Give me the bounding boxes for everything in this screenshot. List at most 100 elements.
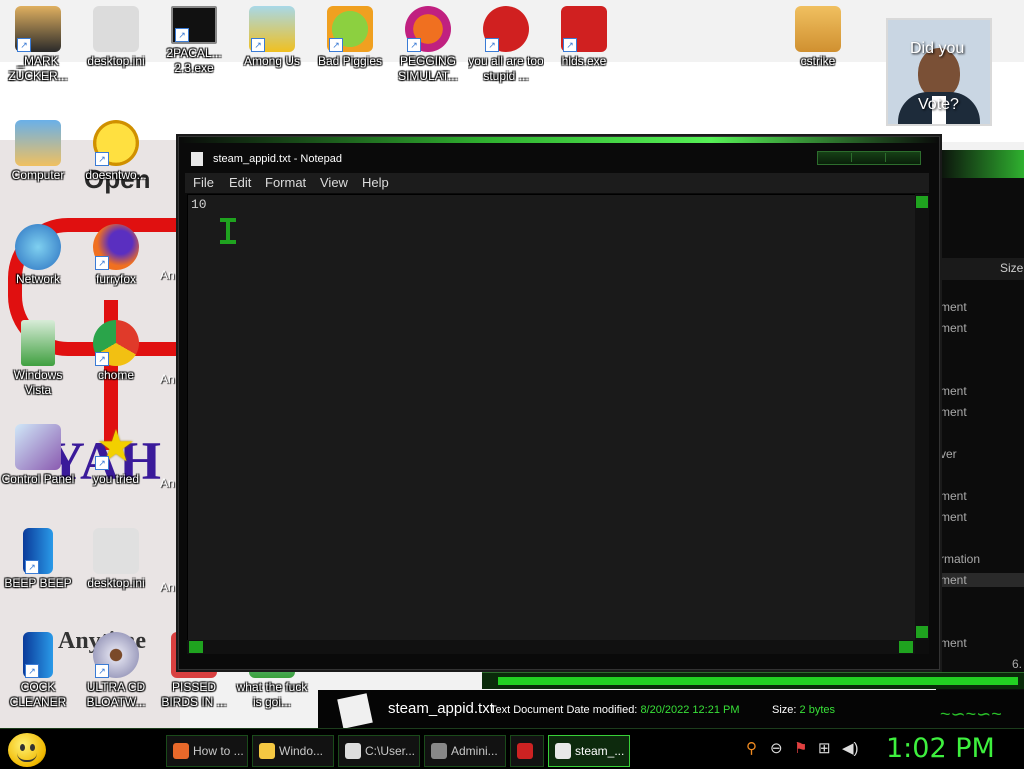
app-icon: ↗ — [23, 632, 53, 678]
column-header: Size — [936, 258, 1024, 280]
star-icon: ★ ↗ — [95, 422, 136, 471]
notepad-titlebar[interactable]: steam_appid.txt - Notepad — [179, 143, 939, 173]
desktop-icon-doesntwo[interactable]: ↗ doesntwo... — [78, 120, 154, 183]
desktop-icon-cock-cleaner[interactable]: ↗ COCK CLEANER — [0, 632, 76, 710]
desktop-icon-beep-beep[interactable]: ↗ BEEP BEEP — [0, 528, 76, 591]
computer-icon — [15, 120, 61, 166]
menu-view[interactable]: View — [320, 175, 348, 190]
smiley-icon: ↗ — [93, 120, 139, 166]
explorer-row-type: ment — [940, 510, 967, 524]
desktop-icon-2pacal[interactable]: ↗ 2PACAL... 2.3.exe — [156, 6, 232, 76]
taskbar-button-firefox[interactable]: How to ... — [166, 735, 248, 767]
details-size-value: 2 bytes — [799, 704, 835, 716]
control-panel-icon — [15, 424, 61, 470]
scroll-left-button[interactable] — [189, 641, 203, 653]
explorer-row-type: ment — [940, 636, 967, 650]
explorer-size-value: 6. — [1012, 657, 1023, 671]
console-icon: ↗ — [171, 6, 217, 44]
settings-file-icon — [93, 6, 139, 52]
scroll-up-button[interactable] — [916, 196, 928, 208]
folder-icon — [795, 6, 841, 52]
half-life-icon: ↗ — [561, 6, 607, 52]
start-button[interactable] — [8, 733, 46, 767]
desktop-icon-among-us[interactable]: ↗ Among Us — [234, 6, 310, 69]
desktop-icon-furryfox[interactable]: ↗ furryfox — [78, 224, 154, 287]
desktop-icon-control-panel[interactable]: Control Panel — [0, 424, 76, 487]
network-tray-icon[interactable]: ⊞ — [818, 739, 831, 757]
scroll-down-button[interactable] — [916, 626, 928, 638]
taskbar-button-cmd[interactable]: Admini... — [424, 735, 506, 767]
explorer-row-type: ver — [940, 447, 957, 461]
taskbar-button-notepad[interactable]: steam_... — [548, 735, 630, 767]
taskbar: How to ... Windo... C:\User... Admini...… — [0, 728, 1024, 769]
window-controls — [817, 151, 921, 165]
volume-icon[interactable]: ◀) — [842, 739, 859, 757]
taskbar-button-explorer[interactable]: Windo... — [252, 735, 334, 767]
flag-icon[interactable]: ⚑ — [794, 739, 807, 757]
menu-help[interactable]: Help — [362, 175, 389, 190]
notepad-content: 10 — [191, 197, 207, 212]
details-size-label: Size: — [772, 704, 797, 716]
menu-edit[interactable]: Edit — [229, 175, 251, 190]
explorer-row-type: ment — [940, 405, 967, 419]
close-button[interactable] — [886, 153, 919, 162]
desktop-icon-ultra-cd[interactable]: ↗ ULTRA CD BLOATW... — [78, 632, 154, 710]
desktop-icon-chome[interactable]: ↗ chome — [78, 320, 154, 383]
photo-caption-bottom: Vote? — [918, 96, 959, 113]
scrollbar-thumb[interactable] — [498, 677, 1018, 685]
notepad-menubar: File Edit Format View Help — [185, 173, 929, 193]
dev-cpp-icon: ↗ — [483, 6, 529, 52]
smiley-eye — [20, 744, 25, 751]
notepad-text-area[interactable]: 10 — [187, 194, 917, 642]
details-pane: steam_appid.txt Text Document Date modif… — [318, 690, 1024, 729]
photo-caption-top: Did you — [910, 40, 965, 57]
desktop-icon-pegging-simulator[interactable]: ↗ PEGGING SIMULAT... — [390, 6, 466, 84]
text-cursor-icon — [220, 218, 236, 244]
horizontal-scrollbar-green[interactable] — [482, 672, 1024, 689]
details-date-value: 8/20/2022 12:21 PM — [640, 704, 740, 716]
taskbar-button-half-life[interactable] — [510, 735, 544, 767]
menu-format[interactable]: Format — [265, 175, 306, 190]
minus-icon[interactable]: ⊖ — [770, 739, 783, 757]
maximize-button[interactable] — [852, 153, 886, 162]
desktop-icon-desktop-ini[interactable]: desktop.ini — [78, 6, 154, 69]
firefox-icon: ↗ — [93, 224, 139, 270]
vertical-scrollbar[interactable] — [915, 194, 929, 640]
desktop-icon-desktop-ini-2[interactable]: desktop.ini — [78, 528, 154, 591]
horizontal-scrollbar[interactable] — [187, 640, 915, 654]
smiley-eye — [30, 744, 35, 751]
among-us-icon: ↗ — [249, 6, 295, 52]
chrome-icon: ↗ — [93, 320, 139, 366]
size-column-header[interactable]: Size — [1000, 261, 1023, 275]
menu-file[interactable]: File — [193, 175, 214, 190]
console-icon — [431, 743, 447, 759]
desktop-icon-computer[interactable]: Computer — [0, 120, 76, 183]
search-icon[interactable]: ⚲ — [746, 739, 757, 757]
details-meta: Text Document Date modified: 8/20/2022 1… — [490, 704, 740, 716]
desktop-icon-mark-zucker[interactable]: ↗ _MARK ZUCKER... — [0, 6, 76, 84]
notepad-icon — [191, 152, 203, 166]
desktop-icon-bad-piggies[interactable]: ↗ Bad Piggies — [312, 6, 388, 69]
text-document-icon — [337, 693, 373, 729]
clock[interactable]: 1:02 PM — [886, 733, 995, 764]
cd-icon: ↗ — [93, 632, 139, 678]
notepad-icon — [555, 743, 571, 759]
details-filename: steam_appid.txt — [388, 700, 494, 717]
desktop-icon-cstrike[interactable]: cstrike — [780, 6, 856, 69]
explorer-row-type-selected: ment — [940, 573, 1024, 587]
minimize-button[interactable] — [818, 153, 852, 162]
desktop-icon-devcpp[interactable]: ↗ you all are too stupid ... — [468, 6, 544, 84]
desktop-icon-windows-vista[interactable]: Windows Vista — [0, 320, 76, 398]
desktop-icon-network[interactable]: Network — [0, 224, 76, 287]
notepad-window[interactable]: steam_appid.txt - Notepad File Edit Form… — [178, 136, 940, 670]
folder-icon — [259, 743, 275, 759]
scroll-right-button[interactable] — [899, 641, 913, 653]
explorer-row-type: rmation — [940, 552, 981, 566]
explorer-titlebar — [936, 150, 1024, 178]
photo-widget[interactable]: Did you Vote? — [886, 18, 992, 126]
resize-grip[interactable] — [915, 640, 929, 654]
taskbar-button-7zip[interactable]: C:\User... — [338, 735, 420, 767]
firefox-icon — [173, 743, 189, 759]
desktop-icon-hlds[interactable]: ↗ hlds.exe — [546, 6, 622, 69]
desktop-icon-you-tried[interactable]: ★ ↗ you tried — [78, 424, 154, 487]
